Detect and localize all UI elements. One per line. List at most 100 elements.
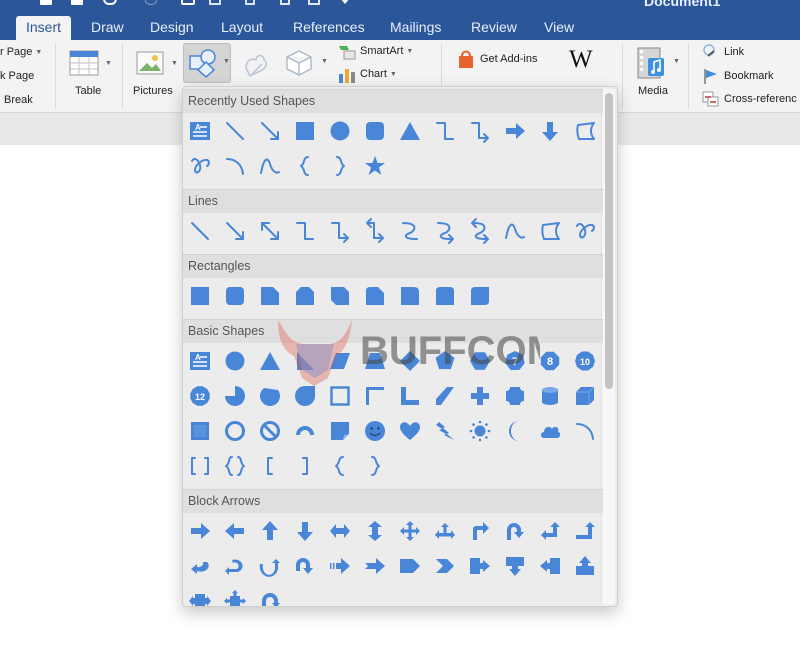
shape-isosceles-triangle[interactable] [256,347,284,375]
scrollbar[interactable] [601,89,615,604]
shape-left-bracket[interactable] [256,452,284,480]
toolbar-icon[interactable] [209,0,221,5]
get-addins-button[interactable]: Get Add-ins [456,49,556,71]
shape-snip-same-side[interactable] [291,282,319,310]
shape-double-bracket[interactable] [186,452,214,480]
customize-toolbar-icon[interactable] [340,0,350,4]
shape-curved-up-arrow[interactable] [256,552,284,580]
shape-right-bracket[interactable] [291,452,319,480]
shape-diamond[interactable] [396,347,424,375]
shape-pentagon[interactable] [431,347,459,375]
shape-teardrop[interactable] [291,382,319,410]
shape-notched-right-arrow[interactable] [361,552,389,580]
shape-oval[interactable] [326,117,354,145]
shape-right-arrow[interactable] [501,117,529,145]
shape-oval[interactable] [221,347,249,375]
shape-rectangle[interactable] [186,282,214,310]
shape-right-arrow-callout[interactable] [466,552,494,580]
shape-half-frame[interactable] [361,382,389,410]
shape-arrow-line[interactable] [256,117,284,145]
shape-lightning-bolt[interactable] [431,417,459,445]
wikipedia-button[interactable]: W [569,46,593,74]
shape-smiley-face[interactable] [361,417,389,445]
toolbar-icon[interactable] [280,0,290,5]
media-button[interactable]: ▼ Media [632,46,682,104]
shape-down-arrow[interactable] [536,117,564,145]
shape-chevron[interactable] [431,552,459,580]
bookmark-button[interactable]: Bookmark [700,68,800,86]
pictures-button[interactable]: ▼ Pictures [130,48,180,104]
shape-quad-arrow-callout[interactable] [221,587,249,606]
shape-quad-arrow[interactable] [396,517,424,545]
shape-sun[interactable] [466,417,494,445]
shape-pie[interactable] [221,382,249,410]
shape-trapezoid[interactable] [361,347,389,375]
tab-design[interactable]: Design [140,16,204,40]
shape-curved-connector[interactable] [396,217,424,245]
tab-insert[interactable]: Insert [16,16,72,41]
shape-round-diagonal[interactable] [466,282,494,310]
shape-double-brace[interactable] [221,452,249,480]
shape-up-arrow[interactable] [256,517,284,545]
shape-left-brace[interactable] [326,452,354,480]
shape-curved-right-arrow[interactable] [186,552,214,580]
shape-arrow[interactable] [221,217,249,245]
shape-frame[interactable] [326,382,354,410]
shapes-button[interactable]: ▼ [183,43,231,83]
toolbar-icon[interactable] [308,0,320,5]
shape-parallelogram[interactable] [326,347,354,375]
shape-u-turn-arrow[interactable] [501,517,529,545]
shape-elbow-arrow-connector[interactable] [326,217,354,245]
scrollbar-thumb[interactable] [605,93,613,389]
shape-curve[interactable] [501,217,529,245]
shape-octagon[interactable]: 8 [536,347,564,375]
shape-arc[interactable] [571,417,599,445]
shape-scribble[interactable] [571,217,599,245]
shape-curved-arrow-connector[interactable] [431,217,459,245]
shape-left-brace[interactable] [291,152,319,180]
shape-donut[interactable] [221,417,249,445]
shape-l-shape[interactable] [396,382,424,410]
shape-bent-arrow[interactable] [466,517,494,545]
shape-down-arrow-callout[interactable] [501,552,529,580]
shape-curve[interactable] [256,152,284,180]
shape-hexagon[interactable] [466,347,494,375]
page-break-button[interactable]: Break [4,94,33,106]
shape-striped-right-arrow[interactable] [326,552,354,580]
shape-snip-round[interactable] [361,282,389,310]
shape-double-arrow[interactable] [256,217,284,245]
shape-arc[interactable] [221,152,249,180]
redo-icon[interactable] [145,0,157,5]
shape-freeform[interactable] [536,217,564,245]
shape-round-single-corner[interactable] [396,282,424,310]
chart-button[interactable]: Chart ▼ [338,67,428,85]
tab-mailings[interactable]: Mailings [380,16,451,40]
shape-left-arrow-callout[interactable] [536,552,564,580]
shape-line[interactable] [221,117,249,145]
shape-elbow-double-arrow-connector[interactable] [361,217,389,245]
shape-text-box[interactable]: A [186,347,214,375]
shape-left-right-arrow-callout[interactable] [186,587,214,606]
shape-rounded-rectangle[interactable] [361,117,389,145]
shape-decagon[interactable]: 10 [571,347,599,375]
cover-page-button[interactable]: r Page ▼ [0,46,42,58]
shape-curved-down-arrow[interactable] [291,552,319,580]
undo-icon[interactable] [103,0,117,5]
shape-bevel[interactable] [186,417,214,445]
cross-reference-button[interactable]: Cross-referenc [700,91,800,109]
shape-pentagon-arrow[interactable] [396,552,424,580]
3d-models-button[interactable]: ▼ [284,48,328,78]
shape-snip-single-corner[interactable] [256,282,284,310]
shape-scribble[interactable] [186,152,214,180]
shape-triangle[interactable] [396,117,424,145]
shape-up-arrow-callout[interactable] [571,552,599,580]
smartart-button[interactable]: SmartArt ▼ [338,44,428,62]
tab-layout[interactable]: Layout [211,16,273,40]
shape-cross[interactable] [466,382,494,410]
shape-star[interactable] [361,152,389,180]
shape-right-arrow[interactable] [186,517,214,545]
shape-round-same-side[interactable] [431,282,459,310]
shape-folded-corner[interactable] [326,417,354,445]
shape-left-arrow[interactable] [221,517,249,545]
shape-dodecagon[interactable]: 12 [186,382,214,410]
